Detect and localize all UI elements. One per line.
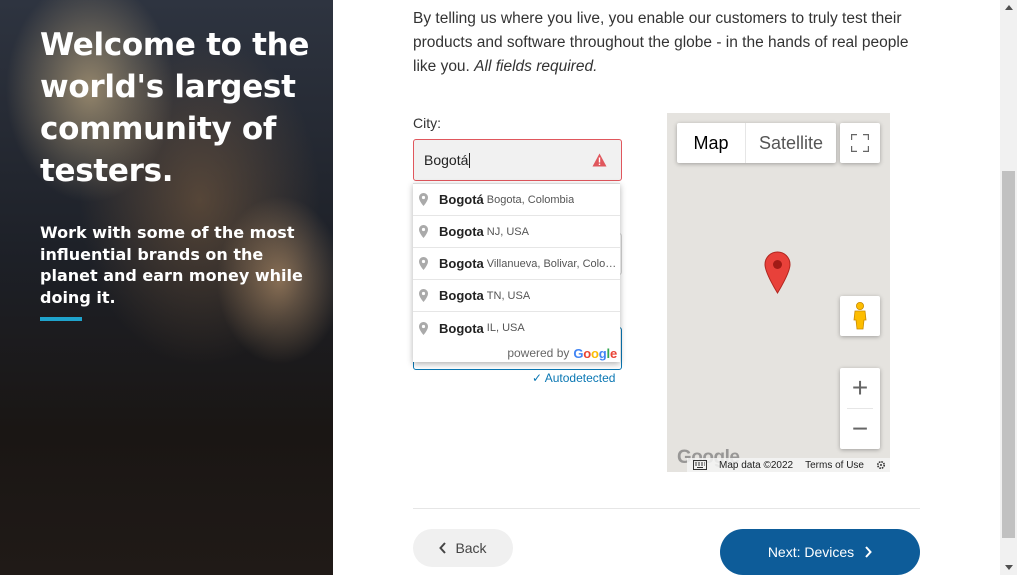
fullscreen-icon <box>851 134 869 152</box>
autocomplete-item[interactable]: Bogota Villanueva, Bolivar, Colombia <box>413 248 620 280</box>
zoom-in-button[interactable]: + <box>840 368 880 408</box>
location-pin-icon <box>419 257 428 270</box>
autocomplete-dropdown: Bogotá Bogota, Colombia Bogota NJ, USA B… <box>413 183 620 362</box>
keyboard-icon[interactable] <box>693 460 707 470</box>
hero-panel: Welcome to the world's largest community… <box>0 0 333 575</box>
location-pin-icon <box>419 225 428 238</box>
map-attribution: Map data ©2022 Terms of Use <box>687 458 890 472</box>
location-pin-icon <box>419 321 428 335</box>
scroll-down-arrow-icon[interactable] <box>1005 565 1013 570</box>
powered-by-google: powered by Google <box>413 344 620 362</box>
chevron-left-icon <box>439 542 447 554</box>
gear-icon[interactable] <box>876 460 886 470</box>
section-divider <box>413 508 920 509</box>
autocomplete-main: Bogotá <box>439 192 484 207</box>
chevron-right-icon <box>865 546 873 558</box>
next-devices-button[interactable]: Next: Devices <box>720 529 920 575</box>
back-button-label: Back <box>455 540 487 556</box>
hero-accent-bar <box>40 317 82 321</box>
text-caret <box>469 152 471 168</box>
autocomplete-item[interactable]: Bogota IL, USA <box>413 312 620 344</box>
autocomplete-secondary: Bogota, Colombia <box>486 193 575 206</box>
autocomplete-main: Bogota <box>439 320 484 336</box>
autocomplete-main: Bogota <box>439 256 484 271</box>
autocomplete-secondary: NJ, USA <box>486 225 529 238</box>
map-type-map-button[interactable]: Map <box>677 123 745 163</box>
intro-required-note: All fields required. <box>474 58 598 75</box>
google-logo: Google <box>573 345 617 361</box>
autocomplete-secondary: TN, USA <box>486 289 531 302</box>
location-pin-icon <box>419 289 428 302</box>
intro-text: By telling us where you live, you enable… <box>413 7 933 79</box>
autocomplete-item[interactable]: Bogota TN, USA <box>413 280 620 312</box>
map-marker-icon[interactable] <box>764 251 791 294</box>
hero-subtitle: Work with some of the most influential b… <box>40 223 303 307</box>
city-input[interactable]: Bogotá <box>413 139 622 181</box>
map-type-control: Map Satellite <box>677 123 836 163</box>
hero-title: Welcome to the world's largest community… <box>40 27 310 189</box>
back-button[interactable]: Back <box>413 529 513 567</box>
city-input-value: Bogotá <box>424 152 469 168</box>
autocomplete-item[interactable]: Bogotá Bogota, Colombia <box>413 184 620 216</box>
scroll-up-arrow-icon[interactable] <box>1005 5 1013 10</box>
warning-icon <box>592 153 607 167</box>
fullscreen-button[interactable] <box>840 123 880 163</box>
autodetected-note: ✓ Autodetected <box>532 371 616 385</box>
scrollbar-thumb[interactable] <box>1002 171 1015 538</box>
city-label: City: <box>413 115 441 131</box>
zoom-control: + − <box>840 368 880 449</box>
zoom-out-button[interactable]: − <box>840 409 880 449</box>
autocomplete-main: Bogota <box>439 288 484 303</box>
map[interactable]: Map Satellite + − Google Map data ©2022 … <box>667 113 890 472</box>
location-pin-icon <box>419 193 428 206</box>
autocomplete-main: Bogota <box>439 224 484 239</box>
autocomplete-secondary: Villanueva, Bolivar, Colombia <box>486 257 617 270</box>
pegman-icon <box>853 302 867 330</box>
powered-by-text: powered by <box>507 346 570 360</box>
autocomplete-item[interactable]: Bogota NJ, USA <box>413 216 620 248</box>
map-type-satellite-button[interactable]: Satellite <box>745 123 836 163</box>
terms-of-use-link[interactable]: Terms of Use <box>805 460 864 471</box>
page-scrollbar[interactable] <box>1000 0 1017 575</box>
map-data-text: Map data ©2022 <box>719 459 794 471</box>
street-view-button[interactable] <box>840 296 880 336</box>
autocomplete-secondary: IL, USA <box>486 322 525 334</box>
next-button-label: Next: Devices <box>767 544 855 560</box>
